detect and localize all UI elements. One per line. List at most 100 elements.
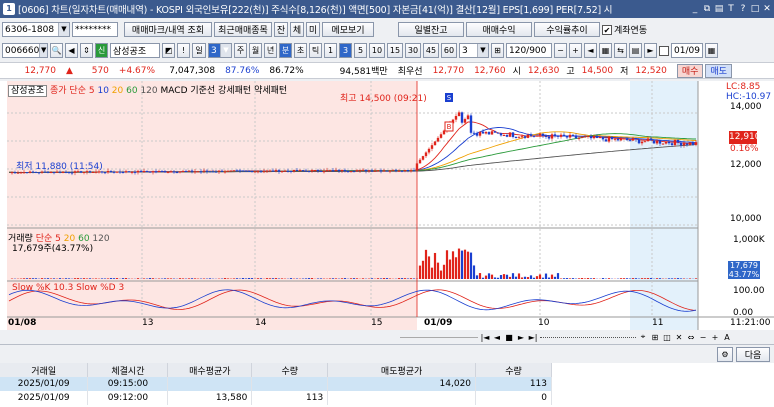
- filled-button[interactable]: 체: [290, 22, 304, 37]
- minute-60-button[interactable]: 60: [441, 43, 457, 58]
- minute-15-button[interactable]: 15: [387, 43, 403, 58]
- range-field[interactable]: 120/900: [506, 43, 552, 58]
- period-year-button[interactable]: 년: [264, 43, 277, 58]
- help-icon[interactable]: ?: [738, 4, 748, 15]
- next-button[interactable]: 다음: [736, 346, 770, 362]
- chevron-down-icon: ▼: [58, 23, 69, 36]
- pin-icon[interactable]: ◩: [162, 43, 175, 58]
- profit-trend-button[interactable]: 수익률추이: [534, 22, 600, 37]
- stock-code-input[interactable]: 006660 ▼: [2, 43, 48, 58]
- candle-body: [169, 171, 173, 173]
- recent-stocks-button[interactable]: 최근매매종목: [214, 22, 272, 37]
- alert-icon[interactable]: !: [177, 43, 190, 58]
- minimize-icon[interactable]: _: [690, 4, 700, 15]
- candle-body: [154, 171, 158, 173]
- first-icon[interactable]: |◄: [480, 333, 490, 342]
- minute-3-button[interactable]: 3: [339, 43, 352, 58]
- back-icon[interactable]: ◄: [492, 333, 502, 342]
- candle-body: [421, 156, 425, 160]
- chart-type-icon[interactable]: ◫: [662, 333, 672, 342]
- minute-10-button[interactable]: 10: [369, 43, 385, 58]
- volume-bar: [646, 278, 650, 279]
- t-icon[interactable]: T: [726, 4, 736, 15]
- date-checkbox[interactable]: [659, 45, 669, 56]
- minute-30-button[interactable]: 30: [405, 43, 421, 58]
- trade-mark-button[interactable]: 매매마크/내역 조회: [124, 22, 212, 37]
- scroll-left-icon[interactable]: ◄: [584, 43, 597, 58]
- candle-body: [478, 131, 482, 136]
- volume-bar: [109, 278, 113, 279]
- zoom-plus-icon[interactable]: +: [710, 333, 720, 342]
- period-week-button[interactable]: 주: [234, 43, 247, 58]
- table-row[interactable]: 2025/01/09 09:12:00 13,580 113 0: [0, 391, 552, 405]
- speaker-icon[interactable]: ◀: [65, 43, 78, 58]
- last-icon[interactable]: ►|: [528, 333, 538, 342]
- search-icon[interactable]: 🔍: [50, 43, 63, 58]
- trade-profit-button[interactable]: 매매수익: [466, 22, 532, 37]
- volume: 7,047,308: [169, 65, 216, 76]
- stock-code-value: 006660: [5, 45, 40, 56]
- candle-body: [352, 171, 356, 173]
- calendar-icon[interactable]: ▦: [705, 43, 718, 58]
- password-field[interactable]: ********: [72, 22, 118, 37]
- volume-bar: [268, 278, 272, 279]
- period-number-select[interactable]: 3 ▼: [208, 43, 232, 58]
- settings-icon[interactable]: ▤: [629, 43, 642, 58]
- period-tick-button[interactable]: 틱: [309, 43, 322, 58]
- prev-next-icon[interactable]: ⇕: [80, 43, 93, 58]
- volume-bar: [406, 278, 410, 279]
- date-field[interactable]: 01/09: [671, 43, 703, 58]
- period-day-button[interactable]: 일: [192, 43, 206, 58]
- table-row[interactable]: 2025/01/09 09:15:00 14,020 113: [0, 377, 552, 391]
- lock-icon[interactable]: ⊞: [491, 43, 504, 58]
- scroll-track[interactable]: [400, 336, 478, 338]
- stop-icon[interactable]: ■: [504, 333, 514, 342]
- price-chart[interactable]: S B 삼성공조 종가 단순 5 10 20 60 120 MACD 기준선 강…: [0, 81, 774, 330]
- candle-body: [226, 170, 230, 172]
- volume-bar: [334, 278, 338, 279]
- candle-body: [103, 172, 107, 174]
- candle-body: [367, 170, 371, 172]
- cross-icon[interactable]: ✕: [674, 333, 684, 342]
- restore-icon[interactable]: □: [750, 4, 760, 15]
- period-minute-button[interactable]: 분: [279, 43, 292, 58]
- zoom-in-icon[interactable]: +: [569, 43, 582, 58]
- volume-bar: [583, 278, 587, 279]
- unfilled-button[interactable]: 미: [306, 22, 320, 37]
- gear-icon[interactable]: ⚙: [717, 346, 733, 362]
- memo-button[interactable]: 메모보기: [322, 22, 374, 37]
- volume-bar: [634, 278, 638, 279]
- arrows-icon[interactable]: ⇔: [686, 333, 696, 342]
- balance-button[interactable]: 잔: [274, 22, 288, 37]
- save-icon[interactable]: ▤: [714, 4, 724, 15]
- candle-body: [253, 171, 257, 173]
- volume-bar: [361, 278, 365, 279]
- volume-bar: [193, 278, 197, 279]
- minute-45-button[interactable]: 45: [423, 43, 439, 58]
- daily-balance-button[interactable]: 일별잔고: [398, 22, 464, 37]
- zoom-minus-icon[interactable]: −: [698, 333, 708, 342]
- swap-icon[interactable]: ⇆: [614, 43, 627, 58]
- buy-button[interactable]: 매수: [676, 63, 704, 78]
- period-second-button[interactable]: 초: [294, 43, 307, 58]
- period-month-button[interactable]: 월: [249, 43, 262, 58]
- account-select[interactable]: 6306-1808 ▼: [2, 22, 70, 37]
- candle-body: [532, 135, 536, 137]
- minute-1-button[interactable]: 1: [324, 43, 337, 58]
- zoom-out-icon[interactable]: −: [554, 43, 567, 58]
- lock-icon[interactable]: ⊞: [650, 333, 660, 342]
- account-link-checkbox[interactable]: ✔: [602, 24, 612, 35]
- scroll-right-icon[interactable]: ►: [644, 43, 657, 58]
- play-icon[interactable]: ►: [516, 333, 526, 342]
- sell-button[interactable]: 매도: [705, 63, 733, 78]
- grid-icon[interactable]: ▦: [599, 43, 612, 58]
- auto-icon[interactable]: A: [722, 333, 732, 342]
- link-icon[interactable]: ⧉: [702, 4, 712, 15]
- minute-5-button[interactable]: 5: [354, 43, 367, 58]
- ma5-legend: 5: [88, 86, 95, 96]
- measure-icon[interactable]: ⌖: [638, 332, 648, 342]
- count-select[interactable]: 3 ▼: [459, 43, 489, 58]
- close-icon[interactable]: ✕: [762, 4, 772, 15]
- volume-bar: [289, 278, 293, 279]
- zoom-slider[interactable]: [540, 336, 636, 338]
